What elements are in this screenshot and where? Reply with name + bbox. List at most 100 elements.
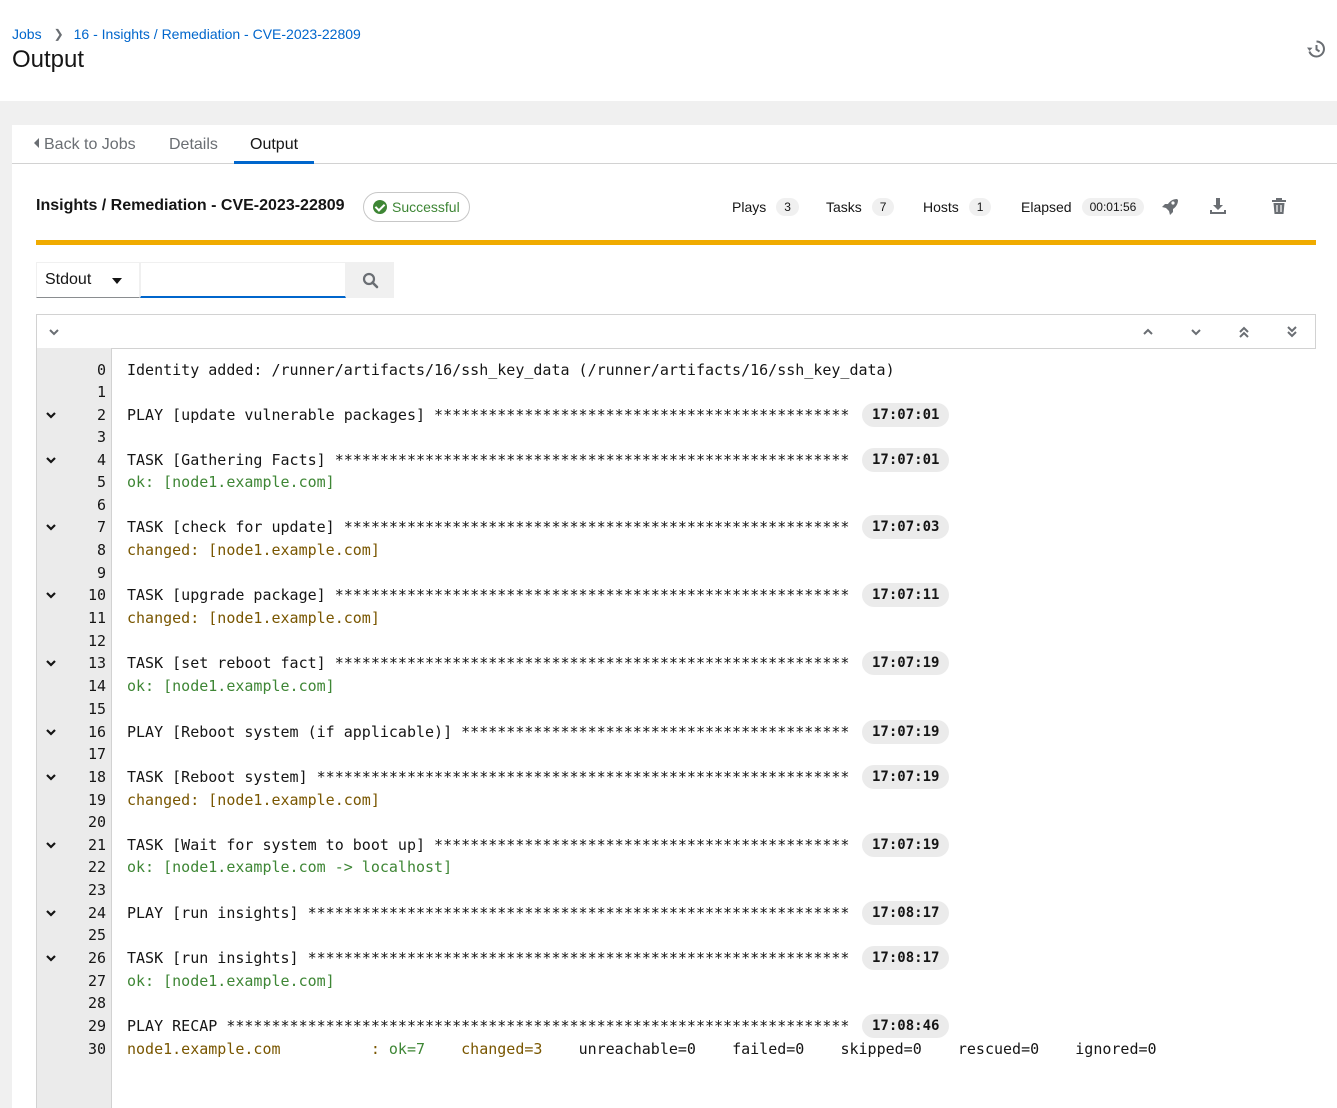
plays-count: 3	[776, 198, 799, 216]
double-chevron-down-icon[interactable]	[1285, 325, 1299, 339]
tasks-count: 7	[871, 198, 895, 216]
timestamp-badge: 17:08:46	[862, 1014, 950, 1038]
log-line: 23	[37, 879, 1317, 901]
collapse-toggle-icon[interactable]	[45, 771, 57, 783]
line-text: PLAY [Reboot system (if applicable)] ***…	[127, 723, 850, 741]
tab-output[interactable]: Output	[234, 125, 315, 164]
chevron-right-icon: ❯	[53, 27, 64, 41]
check-circle-icon	[373, 200, 387, 214]
recap-rest: unreachable=0 failed=0 skipped=0 rescued…	[578, 1040, 1157, 1058]
line-number: 13	[87, 654, 106, 672]
line-text: PLAY [run insights] ********************…	[127, 904, 850, 922]
search-button[interactable]	[346, 262, 394, 298]
line-text: TASK [Wait for system to boot up] ******…	[127, 836, 850, 854]
hosts-count: 1	[968, 198, 992, 216]
tab-back-label: Back to Jobs	[44, 136, 136, 153]
line-number: 12	[87, 632, 106, 650]
line-number: 4	[96, 451, 106, 469]
log-line: 14 ok: [node1.example.com]	[37, 675, 1317, 697]
timestamp-badge: 17:07:01	[862, 448, 950, 472]
log-line: 2 PLAY [update vulnerable packages] *****…	[37, 403, 1317, 427]
timestamp-badge: 17:08:17	[862, 946, 950, 970]
log-line: 30 node1.example.com : ok=7 changed=3 unr…	[37, 1038, 1317, 1060]
tabs: Back to Jobs Details Output	[12, 125, 1337, 164]
timestamp-badge: 17:07:19	[862, 833, 950, 857]
log-line: 4 TASK [Gathering Facts] ****************…	[37, 448, 1317, 472]
line-number: 27	[87, 972, 106, 990]
log-line: 21 TASK [Wait for system to boot up] ****…	[37, 833, 1317, 857]
collapse-all-icon[interactable]	[47, 325, 61, 339]
tab-back-to-jobs[interactable]: Back to Jobs	[18, 125, 152, 164]
log-line: 28	[37, 992, 1317, 1014]
log-line: 26 TASK [run insights] ******************…	[37, 946, 1317, 970]
line-number: 14	[87, 677, 106, 695]
log-line: 20	[37, 811, 1317, 833]
stat-tasks: Tasks 7	[826, 198, 895, 216]
line-text: TASK [set reboot fact] *****************…	[127, 654, 850, 672]
collapse-toggle-icon[interactable]	[45, 409, 57, 421]
timestamp-badge: 17:07:19	[862, 651, 950, 675]
output-filter: Stdout	[36, 262, 394, 298]
chevron-down-icon[interactable]	[1189, 325, 1203, 339]
page-title: Output	[12, 46, 85, 73]
line-number: 26	[87, 949, 106, 967]
breadcrumb-jobs-link[interactable]: Jobs	[12, 26, 42, 42]
line-number: 1	[96, 383, 106, 401]
double-chevron-up-icon[interactable]	[1237, 325, 1251, 339]
collapse-toggle-icon[interactable]	[45, 726, 57, 738]
recap-line: node1.example.com : ok=7 changed=3 unrea…	[127, 1038, 1157, 1060]
breadcrumb: Jobs ❯ 16 - Insights / Remediation - CVE…	[12, 26, 361, 42]
log-line: 15	[37, 698, 1317, 720]
tab-details[interactable]: Details	[153, 125, 234, 164]
line-number: 22	[87, 858, 106, 876]
line-text: TASK [Reboot system] *******************…	[127, 768, 850, 786]
breadcrumb-job-link[interactable]: 16 - Insights / Remediation - CVE-2023-2…	[74, 26, 361, 42]
line-text: TASK [upgrade package] *****************…	[127, 586, 850, 604]
line-number: 24	[87, 904, 106, 922]
search-icon	[362, 272, 378, 288]
stat-hosts: Hosts 1	[923, 198, 992, 216]
collapse-toggle-icon[interactable]	[45, 521, 57, 533]
collapse-toggle-icon[interactable]	[45, 907, 57, 919]
line-text: PLAY RECAP *****************************…	[127, 1017, 850, 1035]
collapse-toggle-icon[interactable]	[45, 657, 57, 669]
collapse-toggle-icon[interactable]	[45, 839, 57, 851]
stdout-select-value: Stdout	[45, 271, 92, 288]
line-number: 16	[87, 723, 106, 741]
history-icon[interactable]	[1306, 39, 1326, 59]
recap-ok: ok=7	[388, 1040, 426, 1058]
line-text: ok: [node1.example.com -> localhost]	[127, 858, 453, 876]
log-line: 0 Identity added: /runner/artifacts/16/ss…	[37, 359, 1317, 381]
tasks-label: Tasks	[826, 199, 862, 215]
job-title: Insights / Remediation - CVE-2023-22809	[36, 197, 345, 214]
download-icon[interactable]	[1208, 196, 1228, 216]
line-number: 20	[87, 813, 106, 831]
timestamp-badge: 17:07:11	[862, 583, 950, 607]
elapsed-label: Elapsed	[1021, 199, 1072, 215]
timestamp-badge: 17:07:19	[862, 765, 950, 789]
rocket-icon[interactable]	[1160, 196, 1180, 216]
line-number: 17	[87, 745, 106, 763]
line-number: 9	[96, 564, 106, 582]
trash-icon[interactable]	[1269, 196, 1289, 216]
page-header: Jobs ❯ 16 - Insights / Remediation - CVE…	[0, 0, 1337, 101]
stdout-select[interactable]: Stdout	[36, 262, 140, 298]
line-number: 28	[87, 994, 106, 1012]
line-number: 10	[87, 586, 106, 604]
caret-down-icon	[112, 278, 122, 284]
status-badge: Successful	[363, 192, 470, 222]
line-number: 21	[87, 836, 106, 854]
collapse-toggle-icon[interactable]	[45, 952, 57, 964]
line-number: 5	[96, 473, 106, 491]
collapse-toggle-icon[interactable]	[45, 589, 57, 601]
log-line: 6	[37, 494, 1317, 516]
collapse-toggle-icon[interactable]	[45, 454, 57, 466]
line-text: TASK [check for update] ****************…	[127, 518, 850, 536]
line-text: ok: [node1.example.com]	[127, 677, 335, 695]
log-line: 29 PLAY RECAP ***************************…	[37, 1014, 1317, 1038]
line-text: Identity added: /runner/artifacts/16/ssh…	[127, 361, 895, 379]
line-text: changed: [node1.example.com]	[127, 791, 380, 809]
chevron-up-icon[interactable]	[1141, 325, 1155, 339]
job-card: Back to Jobs Details Output Insights / R…	[12, 125, 1337, 1108]
filter-input[interactable]	[140, 262, 346, 298]
